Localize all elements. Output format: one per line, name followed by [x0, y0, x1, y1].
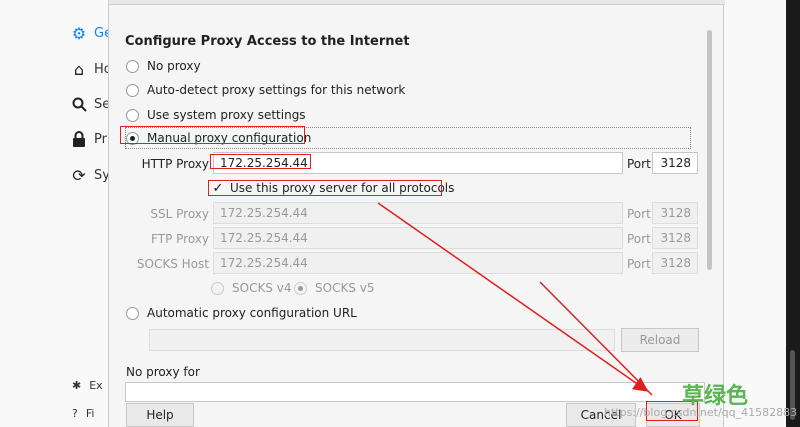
radio-no-proxy[interactable]: No proxy [126, 59, 201, 73]
radio-label: SOCKS v4 [232, 281, 292, 295]
radio-circle[interactable] [126, 108, 139, 122]
ftp-port-label: Port [627, 232, 651, 246]
ssl-proxy-label: SSL Proxy [150, 207, 209, 221]
sidebar-item-label: Pr [94, 131, 107, 147]
radio-circle[interactable] [126, 59, 139, 73]
sidebar-item-extensions[interactable]: ✱ Ex [72, 379, 103, 392]
radio-label: Use system proxy settings [147, 108, 306, 122]
radio-socks-v4[interactable]: SOCKS v4 [211, 281, 291, 295]
http-port-input[interactable]: 3128 [652, 152, 698, 174]
ssl-port-label: Port [627, 207, 651, 221]
reload-button[interactable]: Reload [621, 328, 699, 352]
radio-auto-detect[interactable]: Auto-detect proxy settings for this netw… [126, 83, 405, 97]
sidebar-item-general[interactable]: ⚙ Ge [70, 23, 112, 43]
lock-icon [70, 130, 88, 148]
sync-icon: ⟳ [72, 165, 86, 185]
annotation-box-http [210, 154, 311, 169]
preferences-background [724, 0, 786, 427]
radio-system-proxy[interactable]: Use system proxy settings [126, 108, 306, 122]
sidebar-item-label: Fi [85, 407, 95, 420]
watermark-url: https://blog.csdn.net/qq_41582883 [604, 406, 798, 419]
sidebar-item-sync[interactable]: ⟳ Sy [70, 165, 110, 185]
auto-config-url-input[interactable] [149, 329, 615, 351]
ssl-proxy-input[interactable]: 172.25.254.44 [213, 202, 623, 224]
sidebar-item-label: Ex [89, 379, 103, 392]
sidebar-item-privacy[interactable]: Pr [70, 130, 107, 148]
radio-label: SOCKS v5 [315, 281, 375, 295]
socks-host-input[interactable]: 172.25.254.44 [213, 252, 623, 274]
search-icon [70, 95, 88, 113]
gear-icon: ⚙ [71, 23, 87, 43]
socks-port-input[interactable]: 3128 [652, 252, 698, 274]
no-proxy-for-input[interactable] [125, 382, 705, 402]
ftp-port-input[interactable]: 3128 [652, 227, 698, 249]
dialog-top-edge [109, 0, 725, 5]
help-button[interactable]: Help [126, 403, 194, 427]
socks-port-label: Port [627, 257, 651, 271]
annotation-box-manual [120, 126, 305, 144]
ssl-port-input[interactable]: 3128 [652, 202, 698, 224]
ftp-proxy-input[interactable]: 172.25.254.44 [213, 227, 623, 249]
sidebar-item-help[interactable]: ? Fi [72, 407, 94, 420]
sidebar-item-home[interactable]: ⌂ Ho [70, 59, 112, 79]
home-icon: ⌂ [73, 59, 85, 79]
annotation-box-use-all [208, 180, 442, 196]
radio-circle[interactable] [211, 281, 224, 295]
radio-label: No proxy [147, 59, 201, 73]
extensions-icon: ✱ [72, 379, 82, 392]
sidebar-item-search[interactable]: Se [70, 95, 110, 113]
dialog-scrollbar-thumb[interactable] [707, 30, 712, 270]
dialog-title: Configure Proxy Access to the Internet [125, 34, 410, 49]
http-proxy-label: HTTP Proxy [141, 157, 209, 171]
http-port-label: Port [627, 157, 651, 171]
radio-auto-config-url[interactable]: Automatic proxy configuration URL [126, 306, 357, 320]
radio-circle[interactable] [126, 306, 139, 320]
connection-settings-dialog: Configure Proxy Access to the Internet N… [108, 0, 725, 427]
socks-host-label: SOCKS Host [136, 257, 209, 271]
help-circle-icon: ? [72, 407, 78, 420]
radio-circle[interactable] [126, 83, 139, 97]
no-proxy-for-label: No proxy for [126, 365, 200, 379]
radio-socks-v5[interactable]: SOCKS v5 [294, 281, 374, 295]
radio-label: Auto-detect proxy settings for this netw… [147, 83, 406, 97]
ftp-proxy-label: FTP Proxy [151, 232, 209, 246]
radio-label: Automatic proxy configuration URL [147, 306, 357, 320]
radio-circle[interactable] [294, 281, 307, 295]
